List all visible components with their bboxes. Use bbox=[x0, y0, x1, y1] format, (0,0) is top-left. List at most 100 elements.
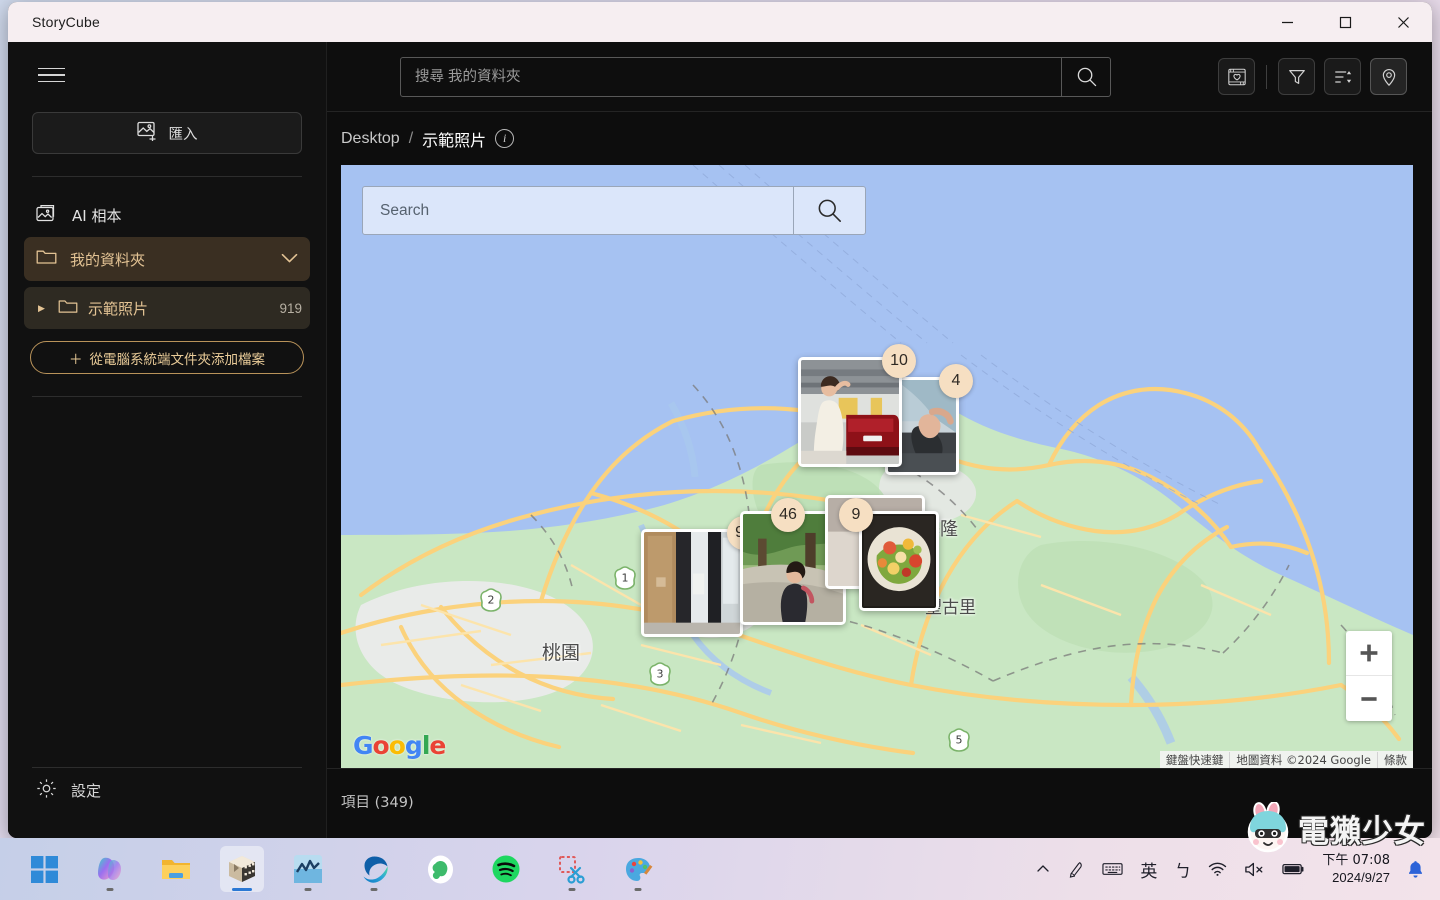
snipping-tool-icon[interactable] bbox=[550, 846, 594, 892]
file-explorer-icon[interactable] bbox=[154, 846, 198, 892]
cluster-thumbnail[interactable] bbox=[641, 529, 743, 637]
image-plus-icon bbox=[136, 121, 159, 145]
gear-icon bbox=[36, 778, 57, 803]
taskbar-active-indicator bbox=[232, 887, 252, 891]
window-titlebar: StoryCube bbox=[8, 2, 1432, 42]
map-attribution: 鍵盤快速鍵 地圖資料 ©2024 Google 條款 bbox=[1159, 751, 1413, 768]
sidebar-item-my-folder[interactable]: 我的資料夾 bbox=[24, 237, 310, 281]
taskbar-running-dot bbox=[568, 888, 576, 891]
import-button[interactable]: 匯入 bbox=[32, 112, 302, 154]
chevron-up-icon[interactable] bbox=[1035, 861, 1051, 877]
clock[interactable]: 下午 07:08 2024/9/27 bbox=[1322, 852, 1390, 886]
app-body: 匯入 AI 相本 我的資料夾 ▶ 示範照片 919 ＋ 從電腦系統端文件夾添加檔… bbox=[8, 42, 1432, 838]
cluster-count-badge: 10 bbox=[882, 344, 916, 378]
chart-app-icon[interactable] bbox=[286, 846, 330, 892]
map-data-copyright: 地圖資料 ©2024 Google bbox=[1229, 751, 1377, 768]
search-icon[interactable] bbox=[1061, 57, 1110, 96]
paint-icon[interactable] bbox=[616, 846, 660, 892]
maximize-button[interactable] bbox=[1316, 2, 1374, 42]
item-count-label: 項目 (349) bbox=[341, 795, 414, 811]
battery-icon[interactable] bbox=[1282, 862, 1305, 876]
status-bar: 項目 (349) bbox=[327, 768, 1432, 835]
close-button[interactable] bbox=[1374, 2, 1432, 42]
bell-icon[interactable] bbox=[1407, 860, 1424, 878]
photo-cluster[interactable]: 9 bbox=[839, 498, 939, 611]
photo-cluster[interactable]: 90 bbox=[641, 516, 761, 637]
clock-date: 2024/9/27 bbox=[1332, 870, 1390, 885]
cluster-thumbnail[interactable] bbox=[859, 511, 939, 611]
top-toolbar bbox=[327, 42, 1432, 112]
start-button[interactable] bbox=[22, 846, 66, 892]
google-map[interactable]: 桃園 基隆 望古里 1 2 3 5 Search 4 10 9 46 Googl… bbox=[341, 165, 1413, 768]
taskbar: 英 ㄅ 下午 07:08 2024/9/27 bbox=[0, 838, 1440, 900]
evernote-icon[interactable] bbox=[418, 846, 462, 892]
sidebar-divider-mid bbox=[32, 396, 302, 397]
taskbar-running-dot bbox=[370, 888, 378, 891]
map-search-box[interactable] bbox=[362, 186, 866, 235]
terms-link[interactable]: 條款 bbox=[1377, 751, 1413, 768]
sidebar-item-label: 我的資料夾 bbox=[70, 250, 146, 269]
taskbar-apps bbox=[22, 846, 660, 892]
main-content: Desktop / 示範照片 i bbox=[327, 42, 1432, 838]
ime-language-indicator[interactable]: 英 bbox=[1140, 857, 1157, 882]
map-search-icon[interactable] bbox=[793, 187, 865, 234]
minimize-button[interactable] bbox=[1258, 2, 1316, 42]
copilot-icon[interactable] bbox=[88, 846, 132, 892]
map-label-taoyuan: 桃園 bbox=[542, 642, 581, 664]
cluster-count-badge: 9 bbox=[839, 498, 873, 532]
zoom-out-button[interactable] bbox=[1346, 676, 1392, 721]
sidebar: 匯入 AI 相本 我的資料夾 ▶ 示範照片 919 ＋ 從電腦系統端文件夾添加檔… bbox=[8, 42, 327, 838]
sidebar-item-sample-photos[interactable]: ▶ 示範照片 919 bbox=[24, 287, 310, 329]
sidebar-item-settings[interactable]: 設定 bbox=[24, 768, 310, 812]
folder-icon bbox=[58, 298, 78, 319]
breadcrumb-current[interactable]: 示範照片 bbox=[422, 127, 486, 151]
volume-muted-icon[interactable] bbox=[1244, 861, 1265, 878]
plus-icon: ＋ bbox=[69, 351, 83, 367]
svg-text:3: 3 bbox=[657, 668, 664, 681]
storycube-window: StoryCube 匯入 AI 相本 我的資料夾 ▶ 示範照片 919 ＋ 從電… bbox=[8, 2, 1432, 838]
map-search-input[interactable] bbox=[363, 187, 793, 234]
sidebar-item-ai-album[interactable]: AI 相本 bbox=[24, 193, 310, 237]
story-film-icon[interactable] bbox=[1218, 58, 1255, 95]
map-container: 桃園 基隆 望古里 1 2 3 5 Search 4 10 9 46 Googl… bbox=[327, 165, 1432, 768]
edge-icon[interactable] bbox=[352, 846, 396, 892]
status-bar-divider bbox=[327, 768, 1432, 769]
info-icon[interactable]: i bbox=[495, 129, 515, 148]
keyboard-shortcuts-link[interactable]: 鍵盤快速鍵 bbox=[1160, 752, 1230, 768]
taskbar-running-dot bbox=[304, 888, 312, 891]
import-label: 匯入 bbox=[168, 126, 198, 143]
breadcrumb-root[interactable]: Desktop bbox=[341, 130, 400, 148]
app-title: StoryCube bbox=[32, 14, 100, 30]
map-pin-icon[interactable] bbox=[1370, 58, 1407, 95]
taskbar-running-dot bbox=[106, 888, 114, 891]
breadcrumb: Desktop / 示範照片 i bbox=[327, 112, 1432, 165]
filter-icon[interactable] bbox=[1278, 58, 1315, 95]
cluster-thumbnail[interactable] bbox=[798, 357, 902, 467]
keyboard-icon[interactable] bbox=[1102, 861, 1124, 877]
toolbar-icon-group bbox=[1218, 58, 1407, 95]
zoom-in-button[interactable] bbox=[1346, 631, 1392, 676]
sort-icon[interactable] bbox=[1324, 58, 1361, 95]
highway-shield: 2 bbox=[480, 588, 502, 617]
folder-search-box[interactable] bbox=[400, 56, 1111, 97]
sidebar-footer: 設定 bbox=[8, 745, 326, 838]
chevron-down-icon[interactable] bbox=[281, 251, 298, 268]
spotify-icon[interactable] bbox=[484, 846, 528, 892]
google-logo: Google bbox=[353, 731, 446, 760]
caret-right-icon[interactable]: ▶ bbox=[38, 303, 48, 314]
photo-cluster[interactable]: 10 bbox=[798, 344, 916, 467]
hamburger-menu-icon[interactable] bbox=[38, 60, 68, 90]
wifi-icon[interactable] bbox=[1208, 861, 1227, 877]
pen-icon[interactable] bbox=[1068, 861, 1085, 878]
add-folder-from-pc-button[interactable]: ＋ 從電腦系統端文件夾添加檔案 bbox=[30, 341, 304, 374]
map-zoom-controls[interactable] bbox=[1346, 631, 1392, 721]
breadcrumb-separator: / bbox=[408, 129, 414, 147]
storycube-icon[interactable] bbox=[220, 846, 264, 892]
highway-shield: 5 bbox=[948, 728, 970, 757]
search-input[interactable] bbox=[401, 57, 1061, 96]
cluster-count-badge: 46 bbox=[771, 498, 805, 532]
svg-text:1: 1 bbox=[622, 572, 629, 585]
sidebar-divider-top bbox=[32, 176, 302, 177]
window-controls bbox=[1258, 2, 1432, 42]
ime-mode-indicator[interactable]: ㄅ bbox=[1174, 857, 1191, 882]
